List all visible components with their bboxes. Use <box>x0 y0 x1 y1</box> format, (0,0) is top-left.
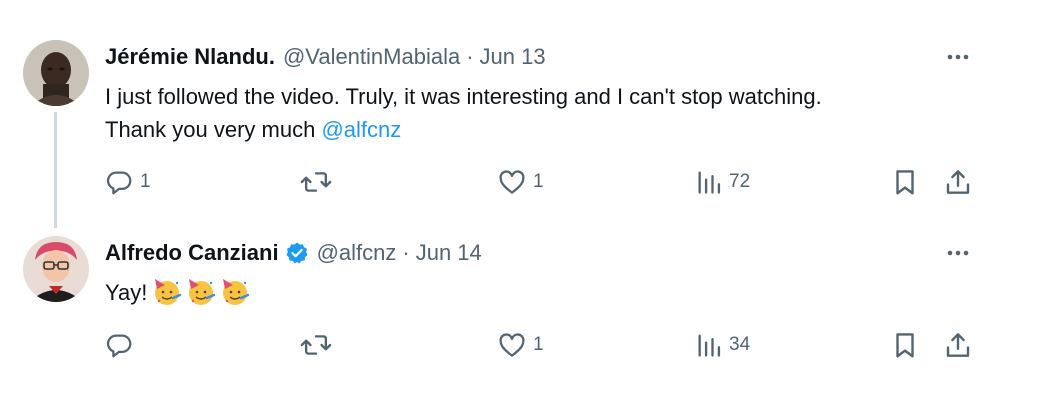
verified-badge <box>285 241 309 265</box>
author-handle[interactable]: @alfcnz <box>317 240 397 266</box>
repost-icon <box>300 335 332 355</box>
tweet-text-line: Thank you very much @alfcnz <box>105 113 985 146</box>
tweet[interactable]: Alfredo Canziani @alfcnz · Jun 14 Yay! 1… <box>0 225 1038 408</box>
partying-face-emoji <box>223 279 250 305</box>
views-icon <box>698 334 721 357</box>
tweet-header: Alfredo Canziani @alfcnz · Jun 14 <box>105 236 482 270</box>
avatar-image <box>23 236 89 302</box>
reply-icon <box>106 171 132 195</box>
repost-button[interactable] <box>300 325 338 365</box>
separator: · <box>402 240 410 265</box>
partying-face-emoji <box>155 279 182 305</box>
author-handle[interactable]: @ValentinMabiala <box>283 44 460 70</box>
heart-icon <box>499 170 525 194</box>
bookmark-button[interactable] <box>890 325 920 365</box>
author-name[interactable]: Alfredo Canziani <box>105 240 279 266</box>
reply-icon <box>106 334 132 358</box>
share-button[interactable] <box>942 162 974 202</box>
tweet-text-line: I just followed the video. Truly, it was… <box>105 84 822 109</box>
partying-face-emoji <box>189 279 216 305</box>
more-button[interactable] <box>940 42 976 72</box>
like-count: 1 <box>533 171 544 192</box>
tweet-text: Yay! <box>105 275 985 309</box>
tweet-actions: 1 1 72 <box>0 162 1038 202</box>
reply-button[interactable]: 1 <box>104 162 151 202</box>
avatar-image <box>23 40 89 106</box>
separator: · <box>466 44 474 69</box>
tweet-header: Jérémie Nlandu. @ValentinMabiala · Jun 1… <box>105 40 546 74</box>
emoji-group <box>151 275 253 307</box>
share-icon <box>946 170 970 194</box>
views-button[interactable]: 72 <box>695 162 750 202</box>
more-icon <box>947 54 969 60</box>
heart-icon <box>499 333 525 357</box>
verified-badge-icon <box>286 242 308 264</box>
tweet-text: I just followed the video. Truly, it was… <box>105 80 985 146</box>
repost-button[interactable] <box>300 162 338 202</box>
share-button[interactable] <box>942 325 974 365</box>
view-count: 34 <box>729 334 751 355</box>
share-icon <box>946 333 970 357</box>
like-count: 1 <box>533 334 544 355</box>
view-count: 72 <box>729 171 751 192</box>
bookmark-icon <box>896 333 914 358</box>
repost-icon <box>300 172 332 192</box>
tweet-date[interactable]: Jun 13 <box>480 44 546 70</box>
tweet-text-segment: Thank you very much <box>105 117 322 142</box>
like-button[interactable]: 1 <box>497 325 544 365</box>
like-button[interactable]: 1 <box>497 162 544 202</box>
reply-button[interactable] <box>104 325 140 365</box>
reply-count: 1 <box>140 171 151 192</box>
tweet-text-segment: Yay! <box>105 280 148 305</box>
views-button[interactable]: 34 <box>695 325 750 365</box>
views-icon <box>698 171 721 194</box>
mention-link[interactable]: @alfcnz <box>321 117 401 142</box>
tweet-date[interactable]: Jun 14 <box>416 240 482 266</box>
avatar[interactable] <box>23 236 89 302</box>
more-icon <box>947 250 969 256</box>
bookmark-icon <box>896 170 914 195</box>
author-name[interactable]: Jérémie Nlandu. <box>105 44 275 70</box>
avatar[interactable] <box>23 40 89 106</box>
more-button[interactable] <box>940 238 976 268</box>
bookmark-button[interactable] <box>890 162 920 202</box>
tweet[interactable]: Jérémie Nlandu. @ValentinMabiala · Jun 1… <box>0 0 1038 228</box>
tweet-actions: 1 34 <box>0 325 1038 365</box>
